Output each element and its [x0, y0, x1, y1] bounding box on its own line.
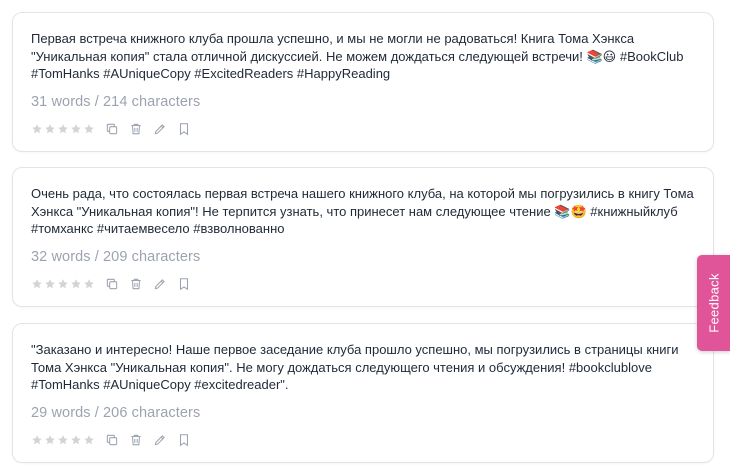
feedback-label: Feedback	[706, 273, 721, 333]
post-actions	[31, 433, 201, 447]
copy-icon[interactable]	[105, 122, 119, 136]
star-icon[interactable]	[44, 434, 56, 446]
star-icon[interactable]	[31, 123, 43, 135]
rating-stars[interactable]	[31, 278, 95, 290]
star-icon[interactable]	[70, 434, 82, 446]
star-icon[interactable]	[83, 278, 95, 290]
rating-stars[interactable]	[31, 434, 95, 446]
star-icon[interactable]	[57, 434, 69, 446]
post-card: Очень рада, что состоялась первая встреч…	[12, 167, 714, 307]
post-text: Очень рада, что состоялась первая встреч…	[31, 186, 694, 236]
star-icon[interactable]	[70, 278, 82, 290]
star-icon[interactable]	[44, 278, 56, 290]
trash-icon[interactable]	[129, 277, 143, 291]
feedback-button[interactable]: Feedback	[697, 255, 730, 351]
post-stats: 31 words / 214 characters	[31, 94, 201, 110]
star-icon[interactable]	[44, 123, 56, 135]
pencil-icon[interactable]	[153, 277, 167, 291]
rating-stars[interactable]	[31, 123, 95, 135]
bookmark-icon[interactable]	[177, 433, 191, 447]
post-actions	[31, 122, 201, 136]
post-card: "Заказано и интересно! Наше первое засед…	[12, 323, 714, 463]
post-stats: 29 words / 206 characters	[31, 405, 201, 421]
copy-icon[interactable]	[105, 433, 119, 447]
post-text: "Заказано и интересно! Наше первое засед…	[31, 342, 679, 392]
bookmark-icon[interactable]	[177, 277, 191, 291]
page: Первая встреча книжного клуба прошла усп…	[0, 0, 730, 472]
bookmark-icon[interactable]	[177, 122, 191, 136]
copy-icon[interactable]	[105, 277, 119, 291]
post-card: Первая встреча книжного клуба прошла усп…	[12, 12, 714, 152]
star-icon[interactable]	[31, 278, 43, 290]
star-icon[interactable]	[70, 123, 82, 135]
star-icon[interactable]	[31, 434, 43, 446]
post-stats: 32 words / 209 characters	[31, 249, 201, 265]
trash-icon[interactable]	[129, 122, 143, 136]
trash-icon[interactable]	[129, 433, 143, 447]
post-text: Первая встреча книжного клуба прошла усп…	[31, 31, 684, 81]
pencil-icon[interactable]	[153, 433, 167, 447]
star-icon[interactable]	[83, 434, 95, 446]
star-icon[interactable]	[83, 123, 95, 135]
star-icon[interactable]	[57, 278, 69, 290]
post-actions	[31, 277, 201, 291]
pencil-icon[interactable]	[153, 122, 167, 136]
star-icon[interactable]	[57, 123, 69, 135]
